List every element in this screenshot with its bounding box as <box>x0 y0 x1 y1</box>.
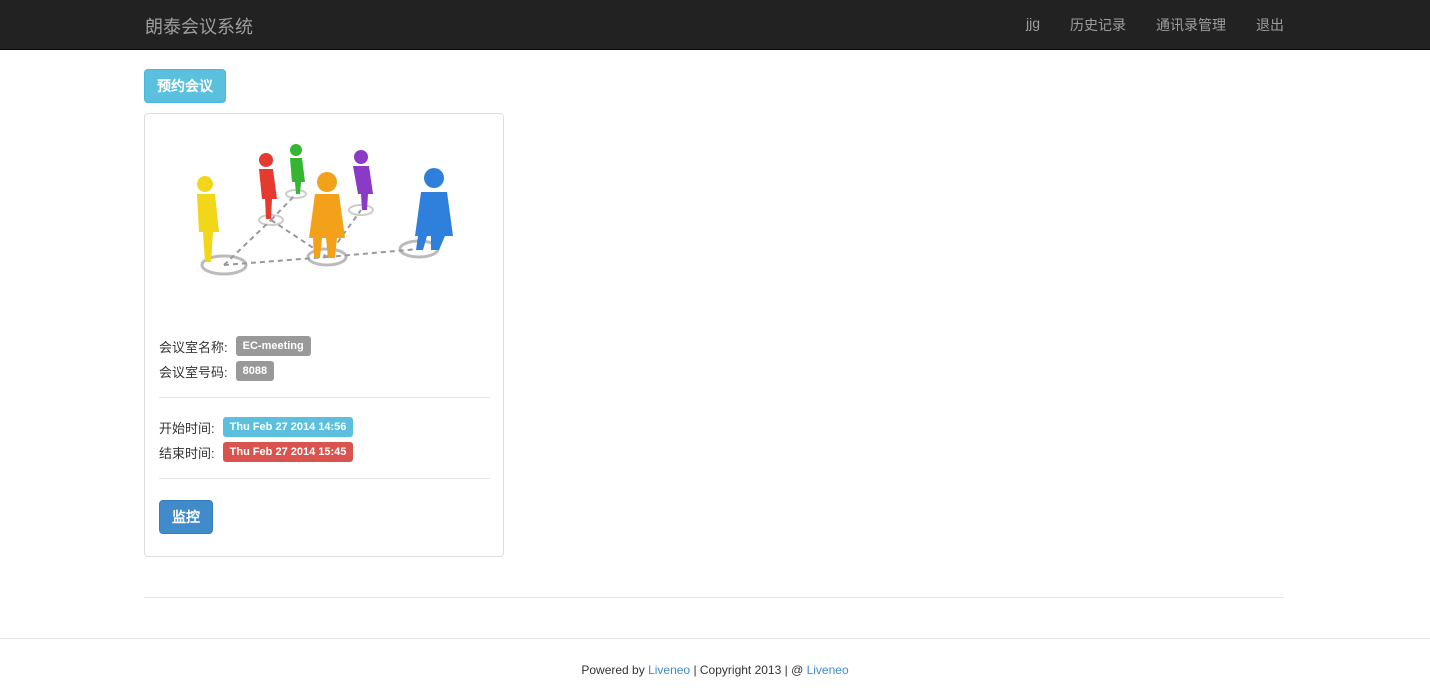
people-network-icon <box>197 144 453 276</box>
top-navbar: 朗泰会议系统 jjg 历史记录 通讯录管理 退出 <box>0 0 1430 50</box>
nav-user[interactable]: jjg <box>1026 15 1040 35</box>
start-time-row: 开始时间: Thu Feb 27 2014 14:56 <box>159 417 354 437</box>
room-name-row: 会议室名称: EC-meeting <box>159 336 311 356</box>
footer-link-liveneo[interactable]: Liveneo <box>648 663 690 677</box>
footer-link-liveneo-2[interactable]: Liveneo <box>807 663 849 677</box>
footer-text: Powered by Liveneo | Copyright 2013 | @ … <box>0 663 1430 677</box>
room-number-row: 会议室号码: 8088 <box>159 361 275 381</box>
end-time-row: 结束时间: Thu Feb 27 2014 15:45 <box>159 442 354 462</box>
page-divider <box>144 597 1284 598</box>
footer-copyright: | Copyright 2013 | @ <box>690 663 807 677</box>
monitor-button[interactable]: 监控 <box>159 500 213 534</box>
card-divider <box>159 397 490 398</box>
room-number-badge: 8088 <box>235 361 275 381</box>
start-time-label: 开始时间: <box>159 420 215 436</box>
nav-links: jjg 历史记录 通讯录管理 退出 <box>996 15 1284 35</box>
book-meeting-button[interactable]: 预约会议 <box>144 69 226 103</box>
end-time-badge: Thu Feb 27 2014 15:45 <box>222 442 354 462</box>
footer: Powered by Liveneo | Copyright 2013 | @ … <box>0 638 1430 697</box>
room-number-label: 会议室号码: <box>159 364 228 380</box>
room-name-badge: EC-meeting <box>235 336 311 356</box>
footer-powered-by: Powered by <box>581 663 649 677</box>
meeting-card: 会议室名称: EC-meeting 会议室号码: 8088 开始时间: Thu … <box>144 113 504 557</box>
room-name-label: 会议室名称: <box>159 339 228 355</box>
card-divider <box>159 478 490 479</box>
nav-logout[interactable]: 退出 <box>1256 15 1284 35</box>
nav-contacts[interactable]: 通讯录管理 <box>1156 15 1226 35</box>
start-time-badge: Thu Feb 27 2014 14:56 <box>222 417 354 437</box>
nav-history[interactable]: 历史记录 <box>1070 15 1126 35</box>
end-time-label: 结束时间: <box>159 445 215 461</box>
brand-title[interactable]: 朗泰会议系统 <box>145 13 253 39</box>
